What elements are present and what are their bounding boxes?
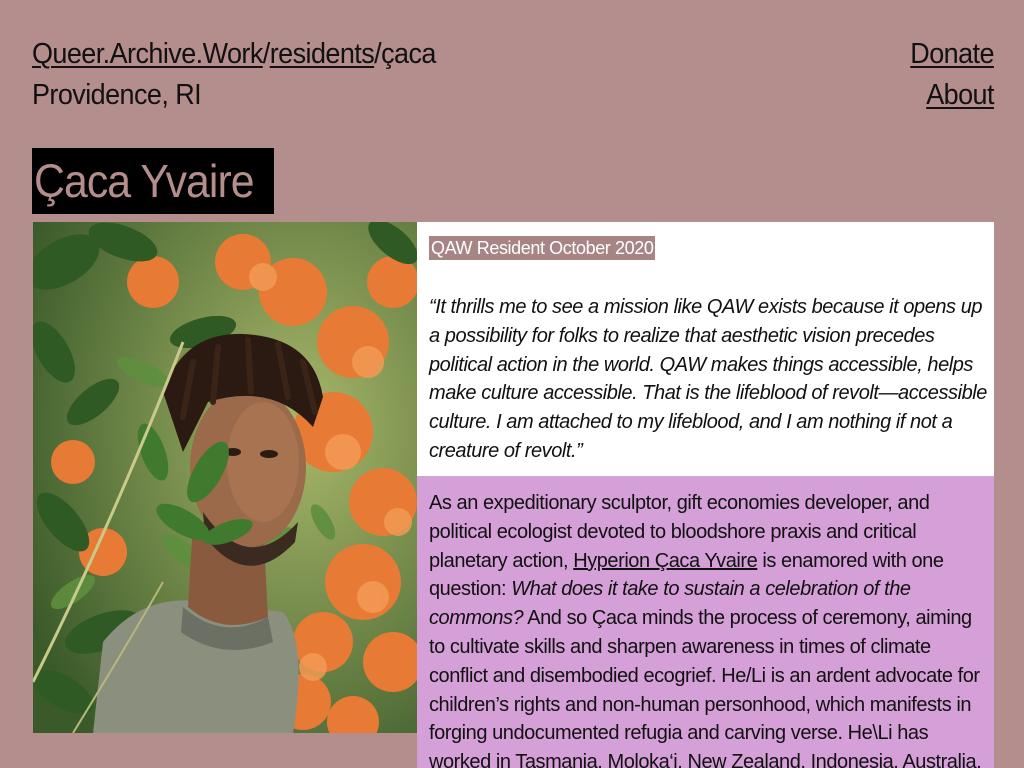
location-text: Providence, RI xyxy=(32,79,202,111)
quote-panel: QAW Resident October 2020 “It thrills me… xyxy=(417,222,994,476)
about-link[interactable]: About xyxy=(926,79,994,111)
breadcrumb-current: çaca xyxy=(381,38,436,70)
resident-portrait-photo xyxy=(33,222,417,733)
page: Queer.Archive.Work/residents/çaca Provid… xyxy=(0,0,1024,768)
donate-link[interactable]: Donate xyxy=(910,38,994,70)
resident-name: Çaca Yvaire xyxy=(34,155,255,207)
site-nav: Donate About xyxy=(910,34,994,116)
resident-badge: QAW Resident October 2020 xyxy=(429,236,656,260)
breadcrumb-home-link[interactable]: Queer.Archive.Work xyxy=(32,38,263,70)
bio-name-link[interactable]: Hyperion Çaca Yvaire xyxy=(573,550,758,572)
bio-panel: As an expeditionary sculptor, gift econo… xyxy=(417,476,994,768)
bio-text-part: And so Çaca minds the process of ceremon… xyxy=(429,607,982,768)
resident-quote: “It thrills me to see a mission like QAW… xyxy=(429,296,987,462)
bio-text: As an expeditionary sculptor, gift econo… xyxy=(429,489,989,768)
resident-name-heading: Çaca Yvaire xyxy=(32,148,275,214)
site-header-left: Queer.Archive.Work/residents/çaca Provid… xyxy=(32,34,436,116)
breadcrumb: Queer.Archive.Work/residents/çaca xyxy=(32,34,436,75)
breadcrumb-separator: / xyxy=(262,38,271,70)
breadcrumb-residents-link[interactable]: residents xyxy=(270,38,375,70)
